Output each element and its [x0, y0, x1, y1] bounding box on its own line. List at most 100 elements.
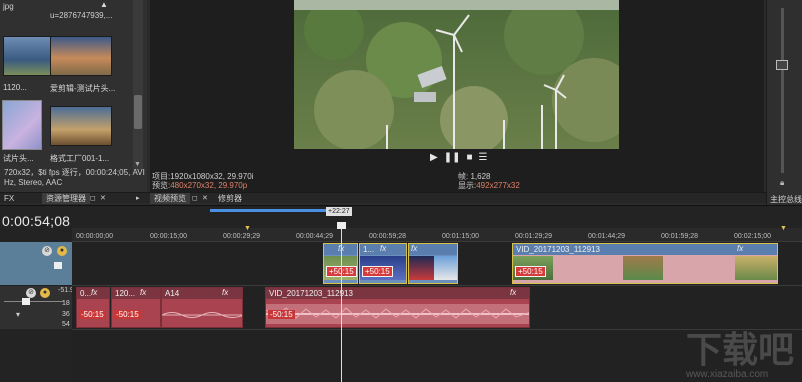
- ruler-tick: 00:02:15;00: [734, 233, 771, 240]
- scroll-down-icon[interactable]: ▼: [134, 161, 141, 168]
- track-volume-line: [4, 301, 64, 302]
- media-marker-icon: ▲: [100, 0, 108, 9]
- media-thumb-2[interactable]: [50, 36, 112, 76]
- clip-thumbnail: [409, 256, 434, 280]
- clip-fx-icon[interactable]: fx: [510, 288, 516, 297]
- ruler-tick: 00:00:29;29: [223, 233, 260, 240]
- project-info: 项目:1920x1080x32, 29.970i: [152, 172, 254, 181]
- ruler-tick: 00:00:59;28: [369, 233, 406, 240]
- track-motion-icon[interactable]: ⊘: [42, 246, 52, 256]
- ruler-tick: 00:01:29;29: [515, 233, 552, 240]
- track-scale-label: 54: [62, 321, 70, 328]
- ruler-tick: 00:00:15;00: [150, 233, 187, 240]
- video-frame: [294, 0, 619, 149]
- audio-clip[interactable]: VID_20171203_112913 fx -50:15: [265, 287, 530, 328]
- track-mute-icon[interactable]: ⊘: [26, 288, 36, 298]
- clip-fx-icon[interactable]: fx: [380, 244, 386, 253]
- clip-fx-icon[interactable]: fx: [140, 288, 146, 297]
- ruler-tick: 00:00:44;29: [296, 233, 333, 240]
- ruler-tick: 00:01:59;28: [661, 233, 698, 240]
- lane-divider: [72, 285, 802, 286]
- master-bus-panel: 🔒︎: [766, 0, 802, 205]
- track-volume-slider[interactable]: [22, 298, 30, 305]
- clip-title: 120...: [112, 288, 160, 299]
- clip-thumbnail: [623, 256, 663, 280]
- master-fader[interactable]: [776, 60, 788, 70]
- clip-title: A14: [162, 288, 242, 299]
- clip-fx-icon[interactable]: fx: [91, 288, 97, 297]
- ruler-tick: 00:00:00;00: [76, 233, 113, 240]
- video-clip[interactable]: fx: [408, 243, 458, 284]
- marker-icon[interactable]: ▼: [780, 225, 787, 232]
- clip-thumbnail: [434, 256, 457, 280]
- timecode-display[interactable]: 0:00:54;08: [2, 213, 70, 229]
- clip-fx-icon[interactable]: fx: [411, 244, 417, 253]
- track-dropdown-icon[interactable]: ▾: [16, 310, 20, 319]
- lock-icon[interactable]: 🔒︎: [780, 178, 784, 188]
- transport-controls: ▶ ❚❚ ■ ☰: [430, 152, 487, 164]
- media-caption-2: 爱剪辑-测试片头...: [50, 84, 116, 93]
- watermark-url: www.xiazaiba.com: [685, 369, 769, 380]
- play-icon[interactable]: ▶: [430, 152, 438, 164]
- marker-icon[interactable]: ▼: [244, 225, 251, 232]
- media-scrollbar[interactable]: ▼: [133, 0, 143, 170]
- watermark-logo: 下载吧: [685, 329, 794, 370]
- clip-fx-icon[interactable]: fx: [222, 288, 228, 297]
- audio-waveform: [266, 304, 529, 324]
- fx-tab[interactable]: FX: [0, 193, 18, 204]
- video-track-header[interactable]: ⊘ ●: [0, 242, 72, 285]
- audio-waveform: [162, 312, 242, 318]
- tab-float-icon-2[interactable]: ◻: [192, 194, 198, 202]
- project-value: 1920x1080x32, 29.970i: [170, 172, 254, 181]
- track-level-slider[interactable]: [54, 262, 62, 269]
- preview-image: [294, 0, 619, 149]
- audio-clip[interactable]: A14 fx: [161, 287, 243, 328]
- tab-trimmer[interactable]: 修剪器: [214, 193, 246, 204]
- media-caption-4: 格式工厂001-1...: [50, 154, 110, 163]
- frame-info: 帧: 1,628: [458, 172, 491, 181]
- tab-media-manager[interactable]: 资源管理器: [42, 193, 90, 204]
- clip-gain-badge: -50:15: [268, 310, 295, 319]
- stop-icon[interactable]: ■: [466, 152, 472, 164]
- panel-tabs: FX 资源管理器 ◻ ✕ ▸ 视频预览 ◻ ✕ 修剪器: [0, 192, 766, 204]
- track-fx-icon[interactable]: ●: [40, 288, 50, 298]
- clip-thumbnail: [735, 256, 777, 280]
- preview-info: 预览:480x270x32, 29.970p: [152, 181, 248, 190]
- tab-video-preview[interactable]: 视频预览: [150, 193, 190, 204]
- frame-value: 1,628: [470, 172, 491, 181]
- preview-value: 480x270x32, 29.970p: [170, 181, 248, 190]
- media-thumb-3[interactable]: [2, 100, 42, 150]
- loop-region-bar[interactable]: [210, 209, 328, 212]
- tab-float-icon[interactable]: ◻: [90, 194, 96, 202]
- tab-scroll-right-icon[interactable]: ▸: [136, 194, 140, 202]
- master-bus-label: 主控总线: [770, 195, 802, 204]
- ruler-tick: 00:01:15;00: [442, 233, 479, 240]
- audio-clip[interactable]: 0... fx -50:15: [76, 287, 110, 328]
- loop-region-length: +22:27: [326, 207, 352, 216]
- audio-track-header[interactable]: ⊘ ● -51.9 18 36 54 ▾: [0, 286, 74, 329]
- track-fx-icon[interactable]: ●: [57, 246, 67, 256]
- playhead-cursor[interactable]: [341, 225, 342, 382]
- media-caption-3: 试片头...: [3, 154, 34, 163]
- watermark: 下载吧 www.xiazaiba.com: [685, 329, 794, 381]
- ruler-tick: 00:01:44;29: [588, 233, 625, 240]
- video-clip[interactable]: 1... fx +50:15: [359, 243, 407, 284]
- media-scroll-thumb[interactable]: [134, 95, 142, 129]
- clip-gain-badge: +50:15: [515, 266, 546, 277]
- clip-gain-badge: +50:15: [362, 266, 393, 277]
- preview-stats: 项目:1920x1080x32, 29.970i 预览:480x270x32, …: [152, 172, 764, 192]
- track-scale-label: 36: [62, 311, 70, 318]
- media-thumb-4[interactable]: [50, 106, 112, 146]
- video-clip[interactable]: VID_20171203_112913 fx +50:15: [512, 243, 778, 284]
- audio-clip[interactable]: 120... fx -50:15: [111, 287, 161, 328]
- playhead-handle[interactable]: [337, 222, 346, 229]
- menu-icon[interactable]: ☰: [479, 152, 488, 164]
- tab-close-icon[interactable]: ✕: [100, 194, 106, 202]
- clip-fx-icon[interactable]: fx: [737, 244, 743, 253]
- media-label-jpg: jpg: [3, 2, 14, 11]
- pause-icon[interactable]: ❚❚: [444, 152, 461, 164]
- media-label-url: u=2876747939,...: [50, 11, 113, 20]
- master-level-meter: [781, 8, 784, 173]
- tab-close-icon-2[interactable]: ✕: [202, 194, 208, 202]
- display-value: 492x277x32: [476, 181, 520, 190]
